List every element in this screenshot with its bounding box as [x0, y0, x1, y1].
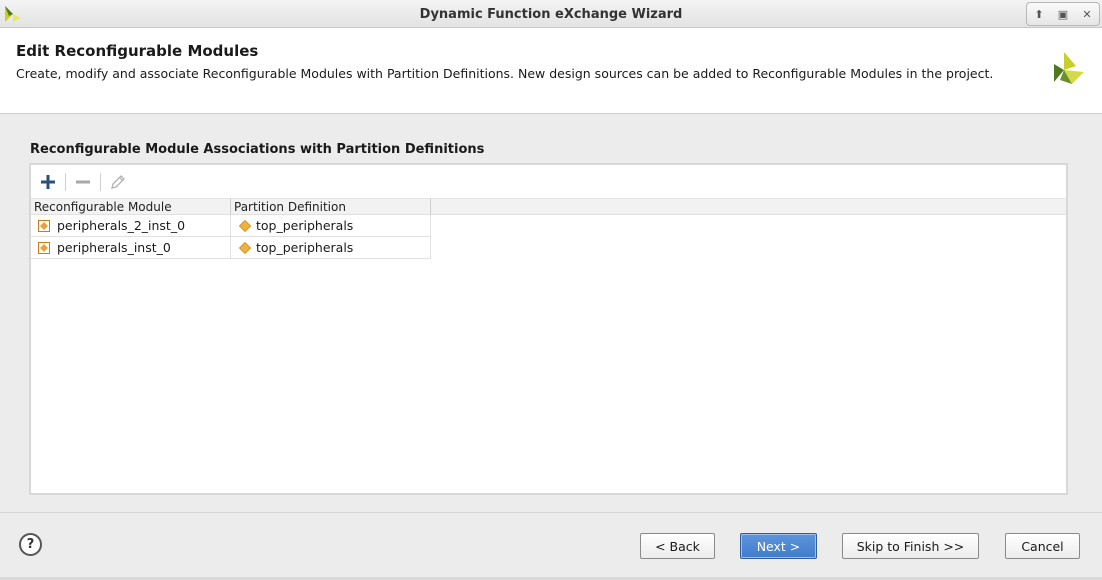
table-row[interactable]: peripherals_2_inst_0 top_peripherals — [31, 215, 431, 237]
xilinx-logo-icon — [1054, 52, 1084, 84]
back-button[interactable]: < Back — [640, 533, 715, 559]
module-cell[interactable]: peripherals_inst_0 — [31, 237, 231, 259]
next-button[interactable]: Next > — [740, 533, 817, 559]
partition-icon — [239, 220, 251, 232]
module-icon — [38, 242, 50, 254]
wizard-header: Edit Reconfigurable Modules Create, modi… — [0, 28, 1102, 114]
toolbar-separator — [100, 173, 101, 191]
remove-button[interactable] — [71, 170, 95, 194]
column-header-module[interactable]: Reconfigurable Module — [31, 199, 231, 215]
add-button[interactable] — [36, 170, 60, 194]
minimize-icon[interactable]: ⬆ — [1031, 6, 1047, 22]
pencil-icon — [111, 175, 125, 189]
column-header-partition[interactable]: Partition Definition — [231, 199, 431, 215]
partition-name: top_peripherals — [256, 240, 354, 255]
help-button[interactable]: ? — [19, 533, 42, 556]
module-cell[interactable]: peripherals_2_inst_0 — [31, 215, 231, 237]
skip-to-finish-button[interactable]: Skip to Finish >> — [842, 533, 979, 559]
module-name: peripherals_inst_0 — [57, 240, 171, 255]
page-title: Edit Reconfigurable Modules — [16, 42, 259, 60]
window-title: Dynamic Function eXchange Wizard — [419, 7, 683, 22]
footer-divider — [0, 512, 1102, 513]
section-title: Reconfigurable Module Associations with … — [30, 142, 485, 157]
edit-button[interactable] — [106, 170, 130, 194]
module-associations-panel: Reconfigurable Module Partition Definiti… — [29, 163, 1068, 495]
close-icon[interactable]: ✕ — [1079, 6, 1095, 22]
table-header: Reconfigurable Module Partition Definiti… — [31, 199, 1066, 215]
toolbar-separator — [65, 173, 66, 191]
module-icon — [38, 220, 50, 232]
partition-name: top_peripherals — [256, 218, 354, 233]
module-name: peripherals_2_inst_0 — [57, 218, 186, 233]
table-row[interactable]: peripherals_inst_0 top_peripherals — [31, 237, 431, 259]
partition-icon — [239, 242, 251, 254]
table-toolbar — [31, 165, 1066, 199]
plus-icon — [41, 175, 55, 189]
window-controls: ⬆ ▣ ✕ — [1026, 2, 1100, 26]
page-description: Create, modify and associate Reconfigura… — [16, 66, 994, 81]
title-bar: Dynamic Function eXchange Wizard ⬆ ▣ ✕ — [0, 0, 1102, 28]
maximize-icon[interactable]: ▣ — [1055, 6, 1071, 22]
cancel-button[interactable]: Cancel — [1005, 533, 1080, 559]
partition-cell[interactable]: top_peripherals — [231, 237, 431, 259]
partition-cell[interactable]: top_peripherals — [231, 215, 431, 237]
minus-icon — [76, 180, 90, 184]
